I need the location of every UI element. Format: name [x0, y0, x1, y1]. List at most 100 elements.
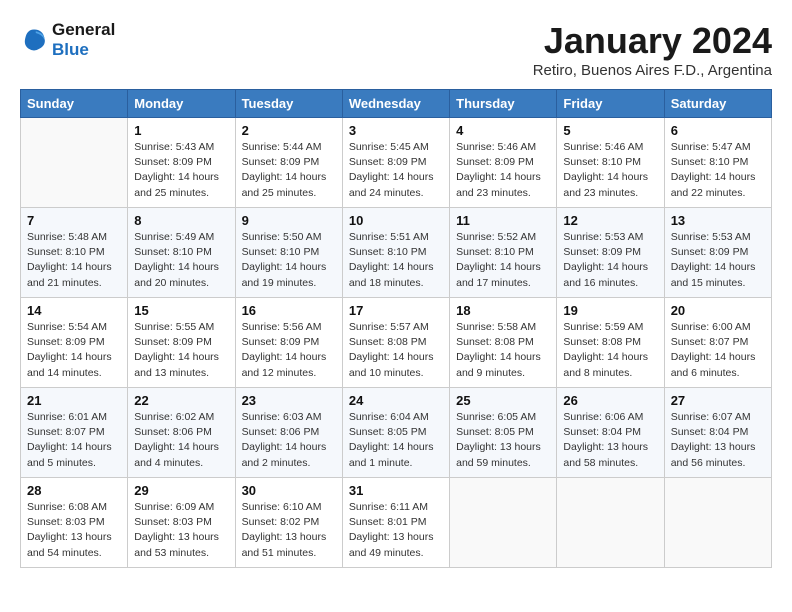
day-number: 2	[242, 123, 336, 138]
day-info: Sunrise: 5:53 AM Sunset: 8:09 PM Dayligh…	[563, 230, 657, 291]
day-info: Sunrise: 5:57 AM Sunset: 8:08 PM Dayligh…	[349, 320, 443, 381]
calendar-cell: 30Sunrise: 6:10 AM Sunset: 8:02 PM Dayli…	[235, 478, 342, 568]
day-info: Sunrise: 5:59 AM Sunset: 8:08 PM Dayligh…	[563, 320, 657, 381]
header-thursday: Thursday	[450, 90, 557, 118]
day-number: 5	[563, 123, 657, 138]
day-number: 26	[563, 393, 657, 408]
header-monday: Monday	[128, 90, 235, 118]
day-number: 21	[27, 393, 121, 408]
calendar-week-2: 7 Sunrise: 5:48 AM Sunset: 8:10 PM Daylig…	[21, 208, 772, 298]
calendar-cell: 27 Sunrise: 6:07 AM Sunset: 8:04 PM Dayli…	[664, 388, 771, 478]
calendar-cell: 6Sunrise: 5:47 AM Sunset: 8:10 PM Daylig…	[664, 118, 771, 208]
day-info: Sunrise: 5:56 AM Sunset: 8:09 PM Dayligh…	[242, 320, 336, 381]
calendar-table: SundayMondayTuesdayWednesdayThursdayFrid…	[20, 89, 772, 568]
day-number: 9	[242, 213, 336, 228]
day-number: 3	[349, 123, 443, 138]
calendar-cell: 16 Sunrise: 5:56 AM Sunset: 8:09 PM Dayli…	[235, 298, 342, 388]
day-info: Sunrise: 6:07 AM Sunset: 8:04 PM Dayligh…	[671, 410, 765, 471]
calendar-cell: 8 Sunrise: 5:49 AM Sunset: 8:10 PM Daylig…	[128, 208, 235, 298]
day-info: Sunrise: 5:53 AM Sunset: 8:09 PM Dayligh…	[671, 230, 765, 291]
logo: General Blue	[20, 20, 115, 59]
day-number: 14	[27, 303, 121, 318]
day-number: 10	[349, 213, 443, 228]
calendar-cell	[21, 118, 128, 208]
day-info: Sunrise: 5:49 AM Sunset: 8:10 PM Dayligh…	[134, 230, 228, 291]
day-number: 24	[349, 393, 443, 408]
header-saturday: Saturday	[664, 90, 771, 118]
day-number: 20	[671, 303, 765, 318]
calendar-cell: 12 Sunrise: 5:53 AM Sunset: 8:09 PM Dayli…	[557, 208, 664, 298]
calendar-cell: 19 Sunrise: 5:59 AM Sunset: 8:08 PM Dayli…	[557, 298, 664, 388]
day-number: 19	[563, 303, 657, 318]
calendar-cell: 28 Sunrise: 6:08 AM Sunset: 8:03 PM Dayli…	[21, 478, 128, 568]
calendar-cell: 23 Sunrise: 6:03 AM Sunset: 8:06 PM Dayli…	[235, 388, 342, 478]
day-info: Sunrise: 6:05 AM Sunset: 8:05 PM Dayligh…	[456, 410, 550, 471]
page-header: General Blue January 2024 Retiro, Buenos…	[20, 20, 772, 79]
header-friday: Friday	[557, 90, 664, 118]
day-number: 31	[349, 483, 443, 498]
calendar-week-3: 14 Sunrise: 5:54 AM Sunset: 8:09 PM Dayli…	[21, 298, 772, 388]
calendar-title-area: January 2024 Retiro, Buenos Aires F.D., …	[533, 20, 772, 79]
calendar-cell: 9 Sunrise: 5:50 AM Sunset: 8:10 PM Daylig…	[235, 208, 342, 298]
header-wednesday: Wednesday	[342, 90, 449, 118]
calendar-week-1: 1Sunrise: 5:43 AM Sunset: 8:09 PM Daylig…	[21, 118, 772, 208]
day-info: Sunrise: 6:01 AM Sunset: 8:07 PM Dayligh…	[27, 410, 121, 471]
calendar-title: January 2024	[533, 20, 772, 62]
day-number: 28	[27, 483, 121, 498]
calendar-cell: 26 Sunrise: 6:06 AM Sunset: 8:04 PM Dayli…	[557, 388, 664, 478]
day-number: 7	[27, 213, 121, 228]
header-tuesday: Tuesday	[235, 90, 342, 118]
calendar-cell: 31 Sunrise: 6:11 AM Sunset: 8:01 PM Dayli…	[342, 478, 449, 568]
calendar-cell: 24 Sunrise: 6:04 AM Sunset: 8:05 PM Dayli…	[342, 388, 449, 478]
logo-icon	[20, 26, 48, 54]
day-number: 27	[671, 393, 765, 408]
day-number: 23	[242, 393, 336, 408]
day-info: Sunrise: 6:03 AM Sunset: 8:06 PM Dayligh…	[242, 410, 336, 471]
calendar-cell: 1Sunrise: 5:43 AM Sunset: 8:09 PM Daylig…	[128, 118, 235, 208]
day-info: Sunrise: 6:08 AM Sunset: 8:03 PM Dayligh…	[27, 500, 121, 561]
calendar-cell: 11Sunrise: 5:52 AM Sunset: 8:10 PM Dayli…	[450, 208, 557, 298]
calendar-cell: 2 Sunrise: 5:44 AM Sunset: 8:09 PM Daylig…	[235, 118, 342, 208]
calendar-cell: 18 Sunrise: 5:58 AM Sunset: 8:08 PM Dayli…	[450, 298, 557, 388]
calendar-week-5: 28 Sunrise: 6:08 AM Sunset: 8:03 PM Dayli…	[21, 478, 772, 568]
day-number: 13	[671, 213, 765, 228]
calendar-cell: 21 Sunrise: 6:01 AM Sunset: 8:07 PM Dayli…	[21, 388, 128, 478]
calendar-cell: 15 Sunrise: 5:55 AM Sunset: 8:09 PM Dayli…	[128, 298, 235, 388]
calendar-cell: 22 Sunrise: 6:02 AM Sunset: 8:06 PM Dayli…	[128, 388, 235, 478]
day-number: 16	[242, 303, 336, 318]
day-info: Sunrise: 6:11 AM Sunset: 8:01 PM Dayligh…	[349, 500, 443, 561]
day-info: Sunrise: 5:51 AM Sunset: 8:10 PM Dayligh…	[349, 230, 443, 291]
calendar-cell	[450, 478, 557, 568]
day-info: Sunrise: 5:46 AM Sunset: 8:10 PM Dayligh…	[563, 140, 657, 201]
day-number: 22	[134, 393, 228, 408]
calendar-cell: 3Sunrise: 5:45 AM Sunset: 8:09 PM Daylig…	[342, 118, 449, 208]
day-number: 11	[456, 213, 550, 228]
day-info: Sunrise: 5:44 AM Sunset: 8:09 PM Dayligh…	[242, 140, 336, 201]
day-info: Sunrise: 6:06 AM Sunset: 8:04 PM Dayligh…	[563, 410, 657, 471]
calendar-cell: 25 Sunrise: 6:05 AM Sunset: 8:05 PM Dayli…	[450, 388, 557, 478]
day-info: Sunrise: 5:54 AM Sunset: 8:09 PM Dayligh…	[27, 320, 121, 381]
calendar-cell: 10 Sunrise: 5:51 AM Sunset: 8:10 PM Dayli…	[342, 208, 449, 298]
day-info: Sunrise: 5:58 AM Sunset: 8:08 PM Dayligh…	[456, 320, 550, 381]
calendar-cell: 4Sunrise: 5:46 AM Sunset: 8:09 PM Daylig…	[450, 118, 557, 208]
day-number: 18	[456, 303, 550, 318]
calendar-cell: 29Sunrise: 6:09 AM Sunset: 8:03 PM Dayli…	[128, 478, 235, 568]
calendar-header-row: SundayMondayTuesdayWednesdayThursdayFrid…	[21, 90, 772, 118]
day-info: Sunrise: 5:50 AM Sunset: 8:10 PM Dayligh…	[242, 230, 336, 291]
day-info: Sunrise: 6:02 AM Sunset: 8:06 PM Dayligh…	[134, 410, 228, 471]
calendar-cell	[557, 478, 664, 568]
day-number: 15	[134, 303, 228, 318]
calendar-cell	[664, 478, 771, 568]
day-info: Sunrise: 5:48 AM Sunset: 8:10 PM Dayligh…	[27, 230, 121, 291]
calendar-week-4: 21 Sunrise: 6:01 AM Sunset: 8:07 PM Dayli…	[21, 388, 772, 478]
day-number: 12	[563, 213, 657, 228]
logo-text: General Blue	[52, 20, 115, 59]
day-info: Sunrise: 5:55 AM Sunset: 8:09 PM Dayligh…	[134, 320, 228, 381]
day-info: Sunrise: 6:10 AM Sunset: 8:02 PM Dayligh…	[242, 500, 336, 561]
day-number: 25	[456, 393, 550, 408]
day-info: Sunrise: 6:00 AM Sunset: 8:07 PM Dayligh…	[671, 320, 765, 381]
calendar-cell: 14 Sunrise: 5:54 AM Sunset: 8:09 PM Dayli…	[21, 298, 128, 388]
day-info: Sunrise: 6:04 AM Sunset: 8:05 PM Dayligh…	[349, 410, 443, 471]
calendar-cell: 13 Sunrise: 5:53 AM Sunset: 8:09 PM Dayli…	[664, 208, 771, 298]
day-number: 8	[134, 213, 228, 228]
